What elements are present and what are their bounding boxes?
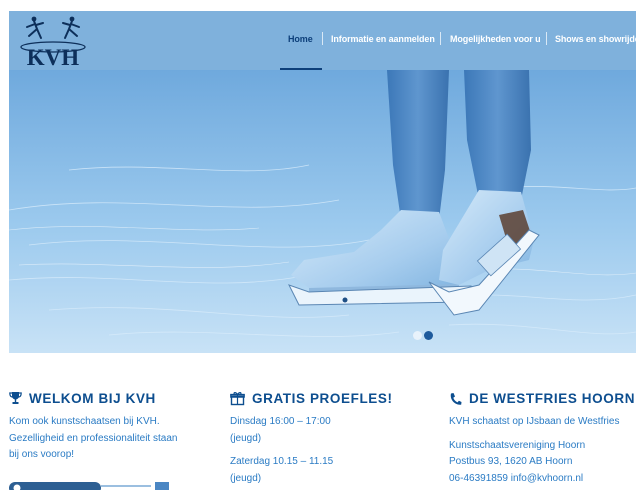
proefles-section: GRATIS PROEFLES! Dinsdag 16:00 – 17:00 (…	[230, 391, 393, 487]
welkom-line: Gezelligheid en professionaliteit staan	[9, 432, 178, 444]
welkom-title: WELKOM BIJ KVH	[29, 391, 156, 406]
address-line: Postbus 93, 1620 AB Hoorn	[449, 456, 573, 467]
proefles-heading: GRATIS PROEFLES!	[230, 391, 393, 406]
welkom-section: WELKOM BIJ KVH Kom ook kunstschaatsen bi…	[9, 391, 177, 464]
nav-separator	[440, 32, 441, 45]
slider-dot-1[interactable]	[413, 331, 422, 340]
site-header: KVH Home Informatie en aanmelden Mogelij…	[9, 11, 636, 70]
westfries-intro: KVH schaatst op IJsbaan de Westfries	[449, 416, 620, 427]
westfries-section: DE WESTFRIES HOORN KVH schaatst op IJsba…	[449, 391, 635, 487]
nav-separator	[322, 32, 323, 45]
page: KVH Home Informatie en aanmelden Mogelij…	[9, 11, 636, 490]
trophy-icon	[9, 392, 22, 404]
proefles-block-2: Zaterdag 10.15 – 11.15 (jeugd)	[230, 454, 393, 487]
contact-line[interactable]: 06-46391859 info@kvhoorn.nl	[449, 471, 635, 488]
nav-item-home[interactable]: Home	[288, 34, 313, 44]
footer-badge[interactable]	[9, 481, 169, 490]
nav-item-mogelijkheden[interactable]: Mogelijkheden voor u	[450, 34, 541, 44]
schedule-line: Zaterdag 10.15 – 11.15	[230, 456, 334, 467]
schedule-line: (jeugd)	[230, 472, 262, 484]
welkom-text: Kom ook kunstschaatsen bij KVH. Gezellig…	[9, 414, 177, 464]
address-line: Kunstschaatsvereniging Hoorn	[449, 439, 586, 451]
nav-separator	[546, 32, 547, 45]
nav-item-shows[interactable]: Shows en showrijden	[555, 34, 636, 44]
welkom-line: Kom ook kunstschaatsen bij KVH.	[9, 416, 160, 427]
main-navigation: Home Informatie en aanmelden Mogelijkhed…	[9, 11, 636, 70]
hero-slider[interactable]	[9, 70, 636, 353]
nav-item-informatie[interactable]: Informatie en aanmelden	[331, 34, 435, 44]
welkom-heading: WELKOM BIJ KVH	[9, 391, 177, 406]
schedule-line: (jeugd)	[230, 432, 262, 444]
slider-dot-2[interactable]	[424, 331, 433, 340]
welkom-line: bij ons voorop!	[9, 449, 75, 460]
proefles-title: GRATIS PROEFLES!	[252, 391, 393, 406]
phone-icon	[450, 392, 462, 405]
hero-image	[9, 70, 636, 353]
proefles-block-1: Dinsdag 16:00 – 17:00 (jeugd)	[230, 414, 393, 447]
westfries-title: DE WESTFRIES HOORN	[469, 391, 636, 406]
westfries-address: Kunstschaatsvereniging Hoorn Postbus 93,…	[449, 438, 635, 488]
schedule-line: Dinsdag 16:00 – 17:00	[230, 416, 331, 427]
westfries-heading: DE WESTFRIES HOORN	[449, 391, 635, 406]
gift-icon	[230, 392, 245, 406]
